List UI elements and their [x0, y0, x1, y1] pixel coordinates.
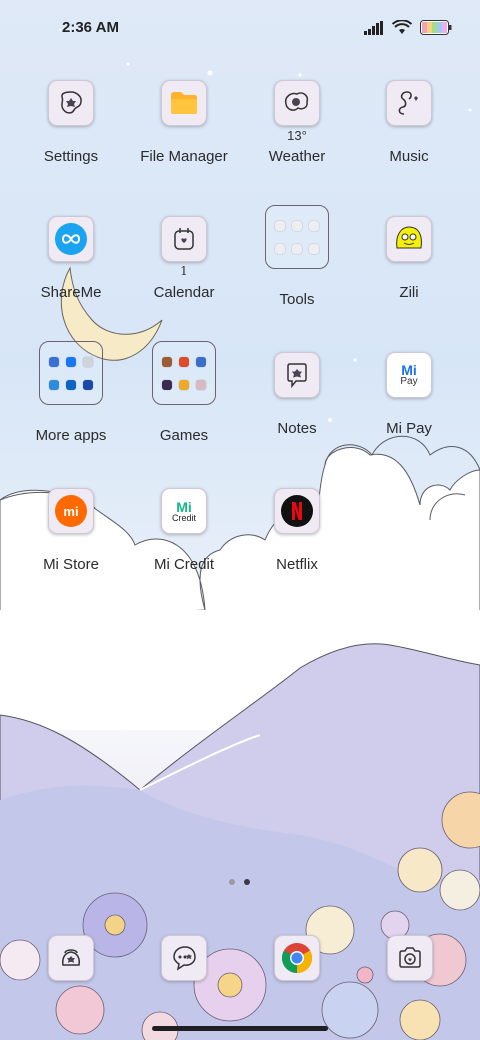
- mi-pay-icon-text: Pay: [400, 376, 418, 387]
- mini-app-icon: [308, 220, 319, 231]
- mini-app-icon: [291, 220, 302, 231]
- file-manager-label: File Manager: [140, 148, 228, 165]
- more-apps-label: More apps: [35, 427, 107, 444]
- mini-app-icon: [162, 379, 173, 390]
- mini-app-icon: [65, 356, 76, 367]
- mini-app-icon: [82, 356, 93, 367]
- mi-logo-icon: Mi: [401, 362, 417, 378]
- mini-app-icon: [49, 379, 60, 390]
- notes-icon: [274, 352, 320, 398]
- mi-pay-icon: Mi Pay: [386, 352, 432, 398]
- mi-credit-label: Mi Credit: [153, 556, 214, 573]
- calendar-icon: [161, 216, 207, 262]
- games-folder-icon: [152, 341, 216, 405]
- mi-logo-icon: Mi: [176, 498, 192, 515]
- notes-app[interactable]: Notes: [242, 352, 352, 437]
- zili-label: Zili: [399, 284, 419, 301]
- signal-icon: [364, 20, 383, 35]
- status-icons: [364, 20, 452, 35]
- battery-icon: [420, 20, 452, 35]
- mi-credit-icon-text: Credit: [171, 512, 196, 523]
- mini-app-icon: [178, 379, 189, 390]
- mini-app-icon: [275, 243, 286, 254]
- mini-app-icon: [162, 356, 173, 367]
- chrome-icon: [281, 943, 313, 973]
- mini-app-icon: [49, 356, 60, 367]
- mini-app-icon: [195, 356, 206, 367]
- page-dot[interactable]: [229, 879, 235, 885]
- shareme-label: ShareMe: [40, 284, 102, 301]
- mini-app-icon: [65, 379, 76, 390]
- mi-credit-icon: Mi Credit: [161, 488, 207, 534]
- page-dot-active[interactable]: [244, 879, 250, 885]
- status-bar: 2:36 AM: [0, 0, 480, 56]
- page-indicator[interactable]: [229, 879, 250, 885]
- wifi-icon: [392, 20, 412, 34]
- mini-app-icon: [291, 243, 302, 254]
- camera-app[interactable]: [387, 935, 433, 981]
- phone-app[interactable]: [48, 935, 94, 981]
- settings-app[interactable]: Settings: [16, 80, 126, 165]
- messages-icon: [173, 946, 196, 971]
- folder-icon: [161, 80, 207, 126]
- home-indicator[interactable]: [152, 1026, 328, 1031]
- mini-app-icon: [308, 243, 319, 254]
- mi-credit-app[interactable]: Mi Credit Mi Credit: [129, 488, 239, 573]
- music-app[interactable]: Music: [354, 80, 464, 165]
- more-apps-folder-icon: [39, 341, 103, 405]
- mini-app-icon: [195, 379, 206, 390]
- weather-label: Weather: [268, 148, 326, 165]
- mi-store-app[interactable]: mi Mi Store: [16, 488, 126, 573]
- shareme-icon: [48, 216, 94, 262]
- clock: 2:36 AM: [62, 19, 119, 36]
- zili-app[interactable]: Zili: [354, 216, 464, 301]
- camera-icon: [399, 947, 421, 968]
- svg-text:mi: mi: [63, 504, 78, 519]
- calendar-app[interactable]: 1 Calendar: [129, 216, 239, 301]
- tools-folder[interactable]: Tools: [242, 205, 352, 308]
- settings-label: Settings: [43, 148, 99, 165]
- shareme-app[interactable]: ShareMe: [16, 216, 126, 301]
- netflix-label: Netflix: [276, 556, 318, 573]
- more-apps-folder[interactable]: More apps: [16, 341, 126, 444]
- phone-icon: [62, 949, 80, 966]
- mi-pay-app[interactable]: Mi Pay Mi Pay: [354, 352, 464, 437]
- weather-temp: 13°: [287, 128, 307, 143]
- messages-app[interactable]: [161, 935, 207, 981]
- mini-app-icon: [275, 220, 286, 231]
- netflix-icon: [274, 488, 320, 534]
- settings-icon: [48, 80, 94, 126]
- chrome-app[interactable]: [274, 935, 320, 981]
- mi-store-icon: mi: [48, 488, 94, 534]
- mini-app-icon: [82, 379, 93, 390]
- mini-app-icon: [178, 356, 189, 367]
- weather-icon: [274, 80, 320, 126]
- calendar-label: Calendar: [153, 284, 215, 301]
- tools-label: Tools: [279, 291, 315, 308]
- tools-folder-icon: [265, 205, 329, 269]
- calendar-day: 1: [180, 264, 188, 278]
- netflix-app[interactable]: Netflix: [242, 488, 352, 573]
- notes-label: Notes: [277, 420, 317, 437]
- games-folder[interactable]: Games: [129, 341, 239, 444]
- zili-icon: [386, 216, 432, 262]
- games-label: Games: [159, 427, 209, 444]
- mi-pay-label: Mi Pay: [386, 420, 432, 437]
- music-icon: [386, 80, 432, 126]
- mi-store-label: Mi Store: [43, 556, 99, 573]
- music-label: Music: [389, 148, 429, 165]
- weather-app[interactable]: 13° Weather: [242, 80, 352, 165]
- file-manager-app[interactable]: File Manager: [129, 80, 239, 165]
